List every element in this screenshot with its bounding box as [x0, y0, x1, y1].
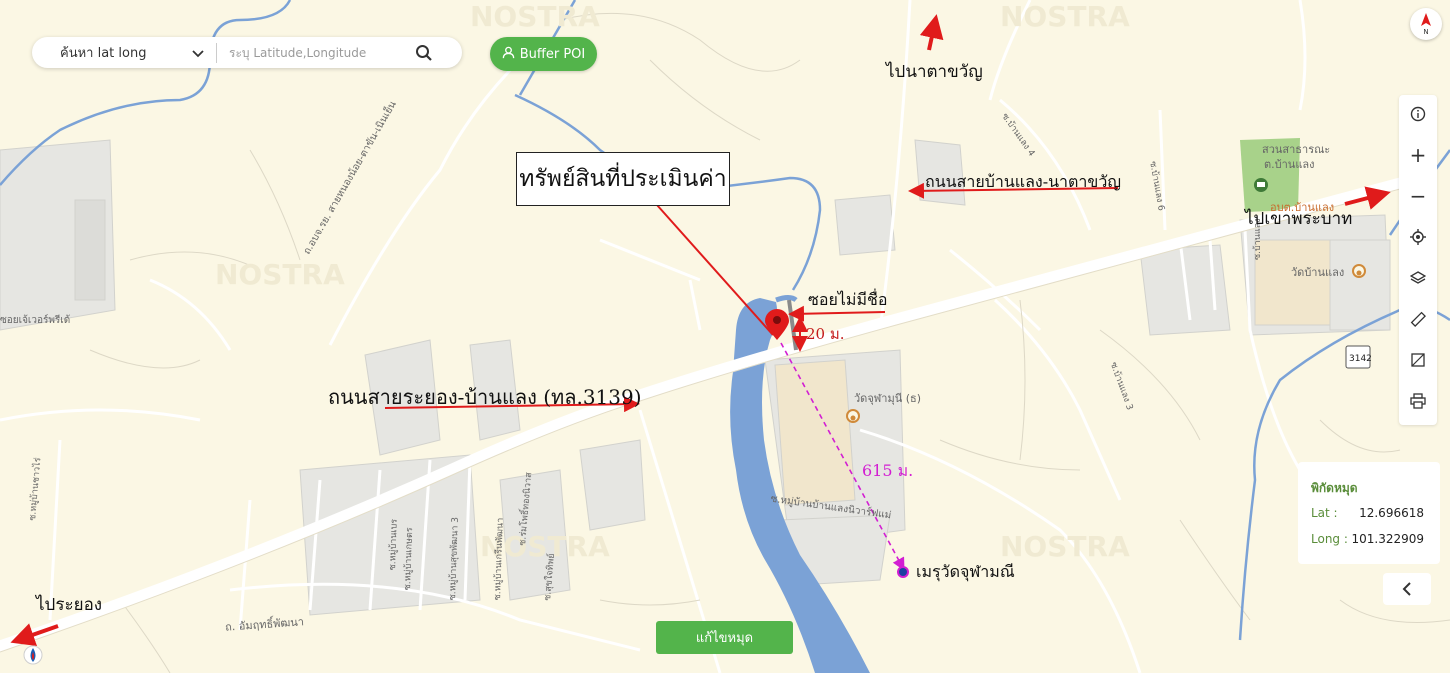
crematorium-label: เมรุวัดจุฬามณี [916, 562, 1015, 581]
chevron-down-icon[interactable] [190, 43, 210, 63]
map-label-wat-ban-laeng: วัดบ้านแลง [1291, 266, 1345, 279]
direction-naka-label: ไปนาตาขวัญ [886, 62, 983, 82]
ruler-icon[interactable] [1399, 302, 1437, 336]
road-naka-label: ถนนสายบ้านแลง-นาตาขวัญ [925, 172, 1121, 191]
coordinates-title: พิกัดหมุด [1311, 481, 1358, 495]
crematorium-marker [897, 566, 909, 578]
soi-distance-label: 20 ม. [806, 325, 845, 343]
road-shield-label: 3142 [1349, 354, 1372, 364]
map-label-wat-chulamanee: วัดจุฬามุนี (ธ) [854, 392, 922, 405]
zoom-in-icon[interactable]: + [1399, 138, 1437, 172]
edit-pin-button[interactable]: แก้ไขหมุด [656, 621, 793, 654]
search-input[interactable] [227, 44, 401, 61]
long-value: 101.322909 [1351, 532, 1424, 546]
lat-label: Lat : [1311, 506, 1338, 520]
collapse-panel-button[interactable] [1383, 573, 1431, 605]
buffer-poi-label: Buffer POI [519, 46, 586, 62]
map-canvas[interactable] [0, 0, 1450, 673]
chevron-left-icon [1402, 582, 1411, 596]
info-icon[interactable] [1399, 97, 1437, 131]
search-bar: ค้นหา lat long [32, 37, 462, 68]
map-label-soi: ซ.หมู่บ้านเกษตร [402, 527, 416, 591]
map-label-village: ซอยเจ้เวอร์พรีเด้ [0, 315, 71, 326]
map-watermark: NOSTRA [470, 0, 600, 33]
print-icon[interactable] [1399, 384, 1437, 418]
user-icon [502, 46, 515, 63]
area-measure-icon[interactable] [1399, 343, 1437, 377]
direction-rayong-label: ไประยอง [36, 595, 103, 615]
park-icon [1254, 178, 1268, 192]
property-title-box: ทรัพย์สินที่ประเมินค่า [516, 152, 730, 206]
search-mode-select[interactable]: ค้นหา lat long [60, 42, 180, 63]
unnamed-soi-label: ซอยไม่มีชื่อ [808, 290, 888, 309]
lat-value: 12.696618 [1359, 506, 1424, 520]
map-label-soi: ซ.หมู่บ้านเกรีนพัฒนา [492, 517, 506, 601]
layers-icon[interactable] [1399, 261, 1437, 295]
map-label-soi: ซ.หมู่บ้านสุขพัฒนา 3 [447, 516, 461, 601]
temple-icon [1352, 264, 1366, 278]
map-watermark: NOSTRA [215, 258, 345, 291]
map-label-soi: ซ.หมู่บ้านเบร [387, 518, 400, 571]
map-watermark: NOSTRA [1000, 0, 1130, 33]
long-label: Long : [1311, 532, 1348, 546]
svg-text:N: N [1423, 28, 1428, 36]
map-label-park: ต.บ้านแลง [1264, 158, 1315, 171]
main-road-label: ถนนสายระยอง-บ้านแลง (ทล.3139) [328, 385, 642, 409]
map-toolbar: + − [1399, 95, 1437, 425]
direction-khaophrabat-label: ไปเขาพระบาท [1245, 209, 1353, 229]
buffer-poi-button[interactable]: Buffer POI [490, 37, 597, 71]
map-watermark: NOSTRA [1000, 530, 1130, 563]
temple-distance-label: 615 ม. [862, 461, 914, 480]
zoom-out-icon[interactable]: − [1399, 179, 1437, 213]
temple-icon [846, 409, 860, 423]
north-arrow-icon[interactable]: N [1410, 8, 1442, 40]
pin-coordinates-panel: พิกัดหมุด Lat : 12.696618 Long : 101.322… [1298, 462, 1440, 564]
search-divider [216, 42, 217, 63]
locate-icon[interactable] [1399, 220, 1437, 254]
search-icon[interactable] [415, 42, 437, 64]
gas-station-icon [23, 645, 43, 665]
